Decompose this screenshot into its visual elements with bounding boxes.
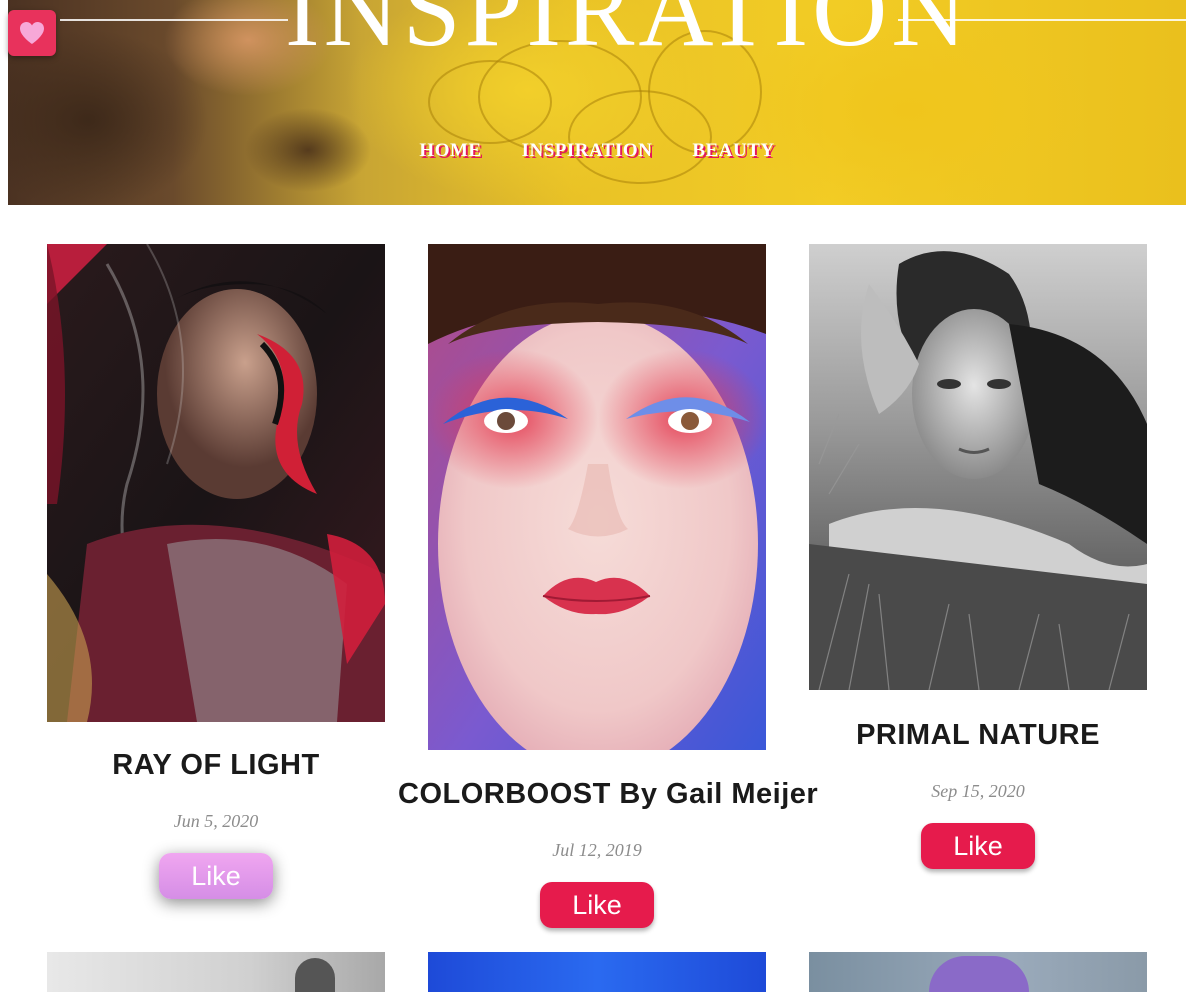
site-title: INSPIRATION bbox=[285, 0, 971, 68]
like-button[interactable]: Like bbox=[540, 882, 654, 928]
post-card-primal-nature: PRIMAL NATURE Sep 15, 2020 Like bbox=[809, 244, 1147, 869]
post-image[interactable] bbox=[428, 244, 766, 750]
post-date: Sep 15, 2020 bbox=[931, 781, 1025, 801]
post-date: Jul 12, 2019 bbox=[552, 840, 642, 860]
post-card-ray-of-light: RAY OF LIGHT Jun 5, 2020 Like bbox=[47, 244, 385, 899]
post-image[interactable] bbox=[47, 244, 385, 722]
nav-inspiration[interactable]: INSPIRATION bbox=[522, 140, 653, 162]
post-date: Jun 5, 2020 bbox=[173, 811, 259, 831]
post-card-colorboost: COLORBOOST By Gail Meijer Jul 12, 2019 L… bbox=[398, 244, 818, 928]
post-title[interactable]: RAY OF LIGHT bbox=[47, 748, 385, 782]
hero-banner: INSPIRATION HOME INSPIRATION BEAUTY bbox=[8, 0, 1186, 205]
post-image-partial[interactable] bbox=[47, 952, 385, 992]
like-button[interactable]: Like bbox=[159, 853, 273, 899]
favorites-button[interactable] bbox=[8, 10, 56, 56]
title-divider-left bbox=[60, 19, 288, 21]
post-title[interactable]: PRIMAL NATURE bbox=[809, 718, 1147, 752]
nav-beauty[interactable]: BEAUTY bbox=[692, 140, 774, 162]
nav-home[interactable]: HOME bbox=[419, 140, 481, 162]
post-image[interactable] bbox=[809, 244, 1147, 690]
post-title[interactable]: COLORBOOST By Gail Meijer bbox=[398, 777, 818, 811]
post-image-partial[interactable] bbox=[428, 952, 766, 992]
heart-icon bbox=[20, 22, 44, 44]
main-nav: HOME INSPIRATION BEAUTY bbox=[8, 140, 1186, 162]
post-image-partial[interactable] bbox=[809, 952, 1147, 992]
like-button[interactable]: Like bbox=[921, 823, 1035, 869]
